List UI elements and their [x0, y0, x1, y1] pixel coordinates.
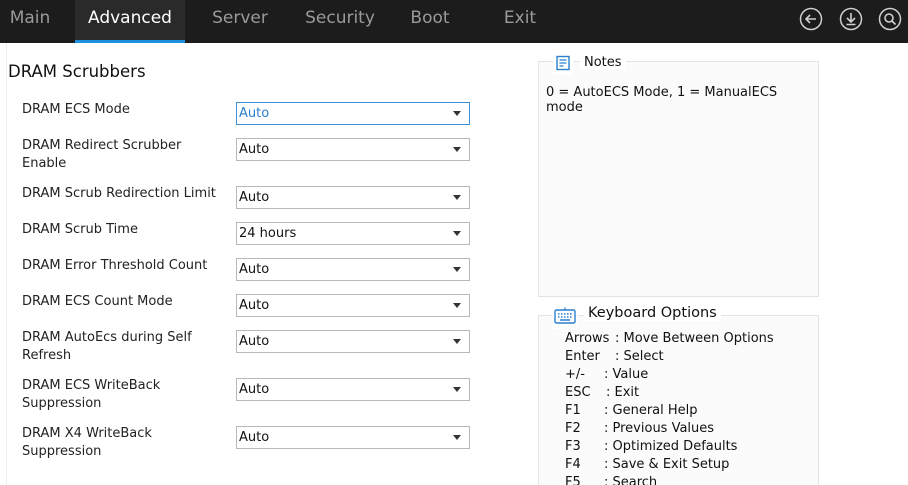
- tab-advanced[interactable]: Advanced: [75, 0, 185, 43]
- setting-label-ecs-count-mode: DRAM ECS Count Mode: [22, 294, 173, 309]
- setting-label-ecs-writeback: DRAM ECS WriteBack Suppression: [22, 378, 161, 411]
- dropdown-arrow-icon: [453, 435, 461, 440]
- keyboard-icon: [552, 307, 578, 329]
- key-description: : Optimized Defaults: [604, 439, 738, 454]
- key-name: Arrows: [565, 331, 610, 346]
- setting-select-scrub-redirection-limit[interactable]: Auto: [236, 186, 470, 209]
- dropdown-arrow-icon: [453, 267, 461, 272]
- select-value: Auto: [239, 298, 270, 313]
- setting-select-redirect-scrubber[interactable]: Auto: [236, 138, 470, 161]
- dropdown-arrow-icon: [453, 231, 461, 236]
- select-value: 24 hours: [239, 226, 297, 241]
- setting-select-autoecs-self-refresh[interactable]: Auto: [236, 330, 470, 353]
- tab-main[interactable]: Main: [0, 0, 60, 43]
- setting-label-error-threshold: DRAM Error Threshold Count: [22, 258, 208, 273]
- back-icon[interactable]: [799, 7, 823, 31]
- save-download-icon[interactable]: [839, 7, 863, 31]
- key-description: : Exit: [606, 385, 640, 400]
- key-row-f1: F1 : General Help: [565, 403, 698, 418]
- key-name: +/-: [565, 367, 585, 382]
- setting-select-ecs-writeback[interactable]: Auto: [236, 378, 470, 401]
- key-name: Enter: [565, 349, 600, 364]
- dropdown-arrow-icon: [453, 147, 461, 152]
- key-name: F1: [565, 403, 581, 418]
- key-description: : Search: [604, 475, 658, 485]
- dropdown-arrow-icon: [453, 195, 461, 200]
- tab-security[interactable]: Security: [295, 0, 385, 43]
- select-value: Auto: [239, 106, 270, 121]
- search-icon[interactable]: [878, 7, 902, 31]
- select-value: Auto: [239, 142, 270, 157]
- dropdown-arrow-icon: [453, 303, 461, 308]
- tab-boot[interactable]: Boot: [396, 0, 464, 43]
- key-description: : Value: [604, 367, 649, 382]
- setting-label-x4-writeback: DRAM X4 WriteBack Suppression: [22, 426, 152, 459]
- notes-text: 0 = AutoECS Mode, 1 = ManualECS mode: [546, 85, 778, 115]
- select-value: Auto: [239, 190, 270, 205]
- key-row-esc: ESC : Exit: [565, 385, 639, 400]
- setting-select-scrub-time[interactable]: 24 hours: [236, 222, 470, 245]
- key-name: ESC: [565, 385, 591, 400]
- key-name: F3: [565, 439, 581, 454]
- setting-label-scrub-time: DRAM Scrub Time: [22, 222, 138, 237]
- select-value: Auto: [239, 382, 270, 397]
- key-row-f3: F3 : Optimized Defaults: [565, 439, 737, 454]
- key-name: F2: [565, 421, 581, 436]
- key-row-f4: F4 : Save & Exit Setup: [565, 457, 729, 472]
- key-row-arrows: Arrows : Move Between Options: [565, 331, 774, 346]
- dropdown-arrow-icon: [453, 339, 461, 344]
- key-name: F5: [565, 475, 581, 485]
- key-description: : Save & Exit Setup: [604, 457, 730, 472]
- dropdown-arrow-icon: [453, 387, 461, 392]
- tab-exit[interactable]: Exit: [488, 0, 552, 43]
- top-nav-bar: Main Advanced Server Security Boot Exit: [0, 0, 908, 43]
- key-row-enter: Enter : Select: [565, 349, 664, 364]
- dropdown-arrow-icon: [453, 111, 461, 116]
- setting-label-autoecs-self-refresh: DRAM AutoEcs during Self Refresh: [22, 330, 192, 363]
- keyboard-options-panel: Keyboard Options Arrows : Move Between Op…: [538, 305, 819, 485]
- setting-label-ecs-mode: DRAM ECS Mode: [22, 102, 130, 117]
- notes-icon: [553, 55, 573, 75]
- key-row-plus-minus: +/- : Value: [565, 367, 648, 382]
- section-title: DRAM Scrubbers: [8, 62, 146, 81]
- tab-server[interactable]: Server: [196, 0, 284, 43]
- setting-select-x4-writeback[interactable]: Auto: [236, 426, 470, 449]
- key-name: F4: [565, 457, 581, 472]
- setting-select-error-threshold[interactable]: Auto: [236, 258, 470, 281]
- key-description: : General Help: [604, 403, 698, 418]
- setting-select-ecs-count-mode[interactable]: Auto: [236, 294, 470, 317]
- key-row-f5: F5 : Search: [565, 475, 657, 485]
- key-description: : Move Between Options: [615, 331, 774, 346]
- keyboard-options-title: Keyboard Options: [584, 305, 721, 321]
- setting-select-ecs-mode[interactable]: Auto: [236, 102, 470, 125]
- key-description: : Select: [615, 349, 664, 364]
- select-value: Auto: [239, 334, 270, 349]
- setting-label-scrub-redirection-limit: DRAM Scrub Redirection Limit: [22, 186, 216, 201]
- select-value: Auto: [239, 430, 270, 445]
- notes-panel: Notes 0 = AutoECS Mode, 1 = ManualECS mo…: [538, 55, 819, 297]
- select-value: Auto: [239, 262, 270, 277]
- notes-title: Notes: [580, 55, 626, 70]
- key-description: : Previous Values: [604, 421, 715, 436]
- key-row-f2: F2 : Previous Values: [565, 421, 714, 436]
- setting-label-redirect-scrubber: DRAM Redirect Scrubber Enable: [22, 138, 182, 171]
- settings-panel: DRAM Scrubbers DRAM ECS Mode Auto DRAM R…: [6, 43, 528, 485]
